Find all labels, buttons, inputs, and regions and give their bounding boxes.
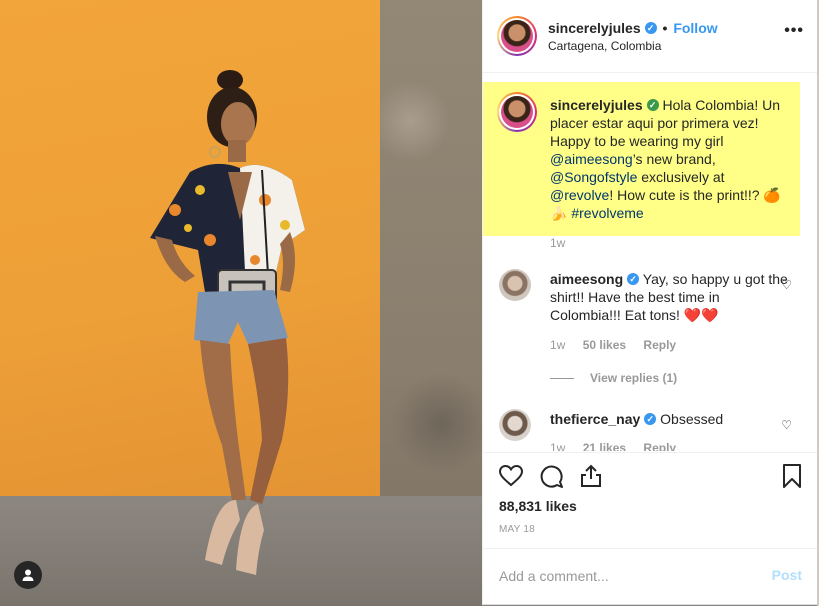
comment-avatar[interactable]	[499, 409, 531, 441]
comment-username[interactable]: aimeesong	[550, 271, 623, 287]
view-replies-button[interactable]: View replies (1)	[550, 371, 677, 385]
post-photo[interactable]	[0, 0, 482, 606]
caption-text-part: ’s new brand,	[632, 151, 716, 167]
caption-text: sincerelyjules ✓ Hola Colombia! Un placer…	[550, 96, 790, 222]
post-actions: 88,831 likes MAY 18	[483, 452, 818, 549]
header-avatar[interactable]	[497, 16, 537, 56]
mention-link[interactable]: @Songofstyle	[550, 169, 637, 185]
reply-button[interactable]: Reply	[643, 441, 676, 451]
header-user-line: sincerelyjules ✓ • Follow	[548, 20, 718, 36]
hashtag-link[interactable]: #revolveme	[571, 205, 643, 221]
verified-badge-icon: ✓	[627, 273, 640, 286]
header-separator: •	[662, 20, 668, 36]
comment-likes[interactable]: 50 likes	[583, 338, 626, 352]
comment-time[interactable]: 1w	[550, 338, 565, 352]
verified-badge-icon: ✓	[646, 99, 659, 112]
comment-username[interactable]: thefierce_nay	[550, 411, 640, 427]
photo-woman-figure	[150, 70, 305, 575]
comment-meta: 1w 21 likes Reply	[550, 441, 690, 451]
view-replies-label: View replies (1)	[590, 371, 678, 385]
caption-meta: 1w	[550, 236, 579, 250]
comment-meta: 1w 50 likes Reply	[550, 338, 690, 352]
reply-button[interactable]: Reply	[643, 338, 676, 352]
share-icon[interactable]	[578, 463, 604, 489]
tagged-people-button[interactable]	[14, 561, 42, 589]
header-username[interactable]: sincerelyjules	[548, 20, 641, 36]
mention-link[interactable]: @aimeesong	[550, 151, 633, 167]
comment-time[interactable]: 1w	[550, 441, 565, 451]
caption-text-part: exclusively at	[637, 169, 725, 185]
replies-divider	[550, 378, 574, 380]
caption-time[interactable]: 1w	[550, 236, 565, 250]
header-location[interactable]: Cartagena, Colombia	[548, 39, 661, 53]
comment-likes[interactable]: 21 likes	[583, 441, 626, 451]
post-header: sincerelyjules ✓ • Follow Cartagena, Colo…	[483, 0, 818, 73]
more-options-icon[interactable]: •••	[784, 22, 804, 40]
verified-badge-icon: ✓	[644, 413, 657, 426]
like-comment-heart-icon[interactable]: ♡	[781, 278, 792, 292]
comment-icon[interactable]	[538, 463, 564, 489]
mention-link[interactable]: @revolve	[550, 187, 609, 203]
caption-avatar[interactable]	[497, 92, 537, 132]
heart-icon[interactable]	[498, 463, 524, 489]
comments-list[interactable]: sincerelyjules ✓ Hola Colombia! Un placer…	[483, 73, 818, 451]
post-detail-panel: sincerelyjules ✓ • Follow Cartagena, Colo…	[482, 0, 819, 605]
verified-badge-icon: ✓	[644, 22, 657, 35]
bookmark-icon[interactable]	[779, 463, 805, 489]
comment-input[interactable]	[499, 565, 749, 587]
add-comment-bar: Post	[483, 548, 818, 604]
post-date[interactable]: MAY 18	[499, 524, 535, 535]
post-comment-button[interactable]: Post	[772, 567, 802, 583]
person-icon	[22, 569, 34, 581]
follow-button[interactable]: Follow	[673, 20, 717, 36]
caption-username[interactable]: sincerelyjules	[550, 97, 643, 113]
comment-avatar[interactable]	[499, 269, 531, 301]
likes-count[interactable]: 88,831 likes	[499, 498, 577, 514]
comment-text: thefierce_nay ✓ Obsessed	[550, 410, 790, 428]
like-comment-heart-icon[interactable]: ♡	[781, 418, 792, 432]
comment-text: aimeesong ✓ Yay, so happy u got the shirt…	[550, 270, 790, 324]
comment-body: Obsessed	[660, 411, 724, 427]
